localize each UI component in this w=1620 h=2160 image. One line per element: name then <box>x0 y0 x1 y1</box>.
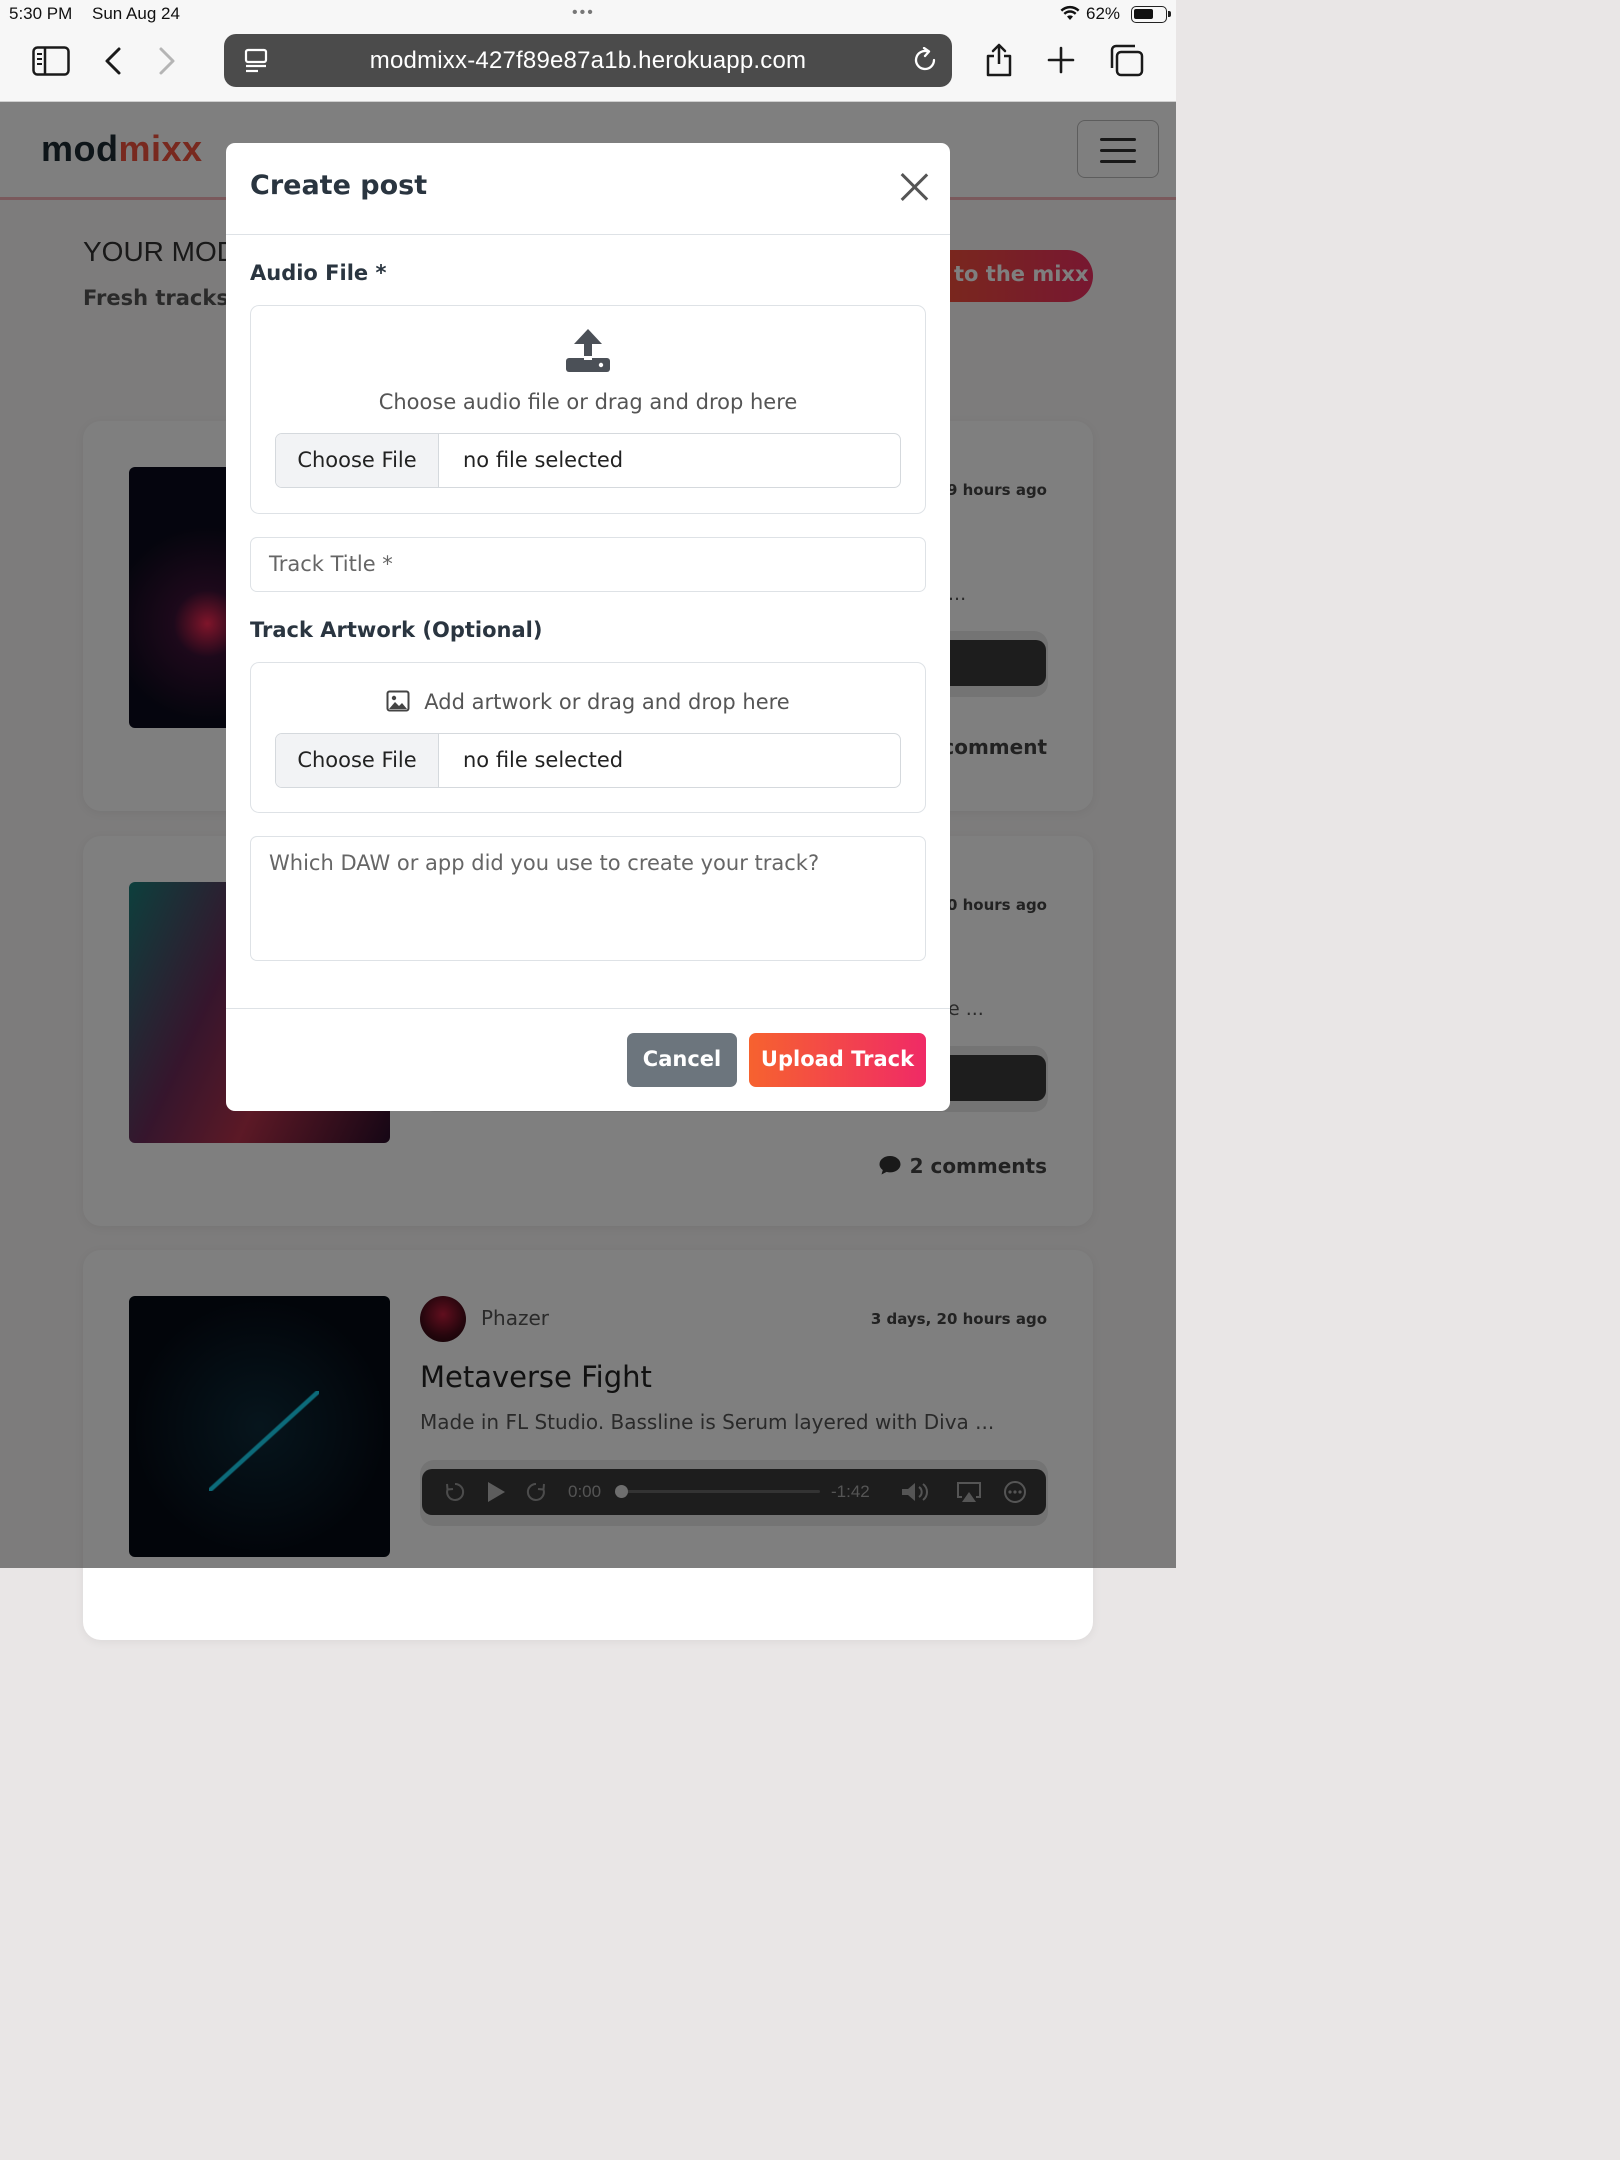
modal-header: Create post <box>226 143 950 235</box>
artwork-file-name: no file selected <box>463 748 624 772</box>
tabs-overview-icon[interactable] <box>1109 44 1145 82</box>
create-post-modal: Create post Audio File * Choose audio fi… <box>226 143 950 1111</box>
status-bar: 5:30 PM Sun Aug 24 ••• 62% <box>0 0 1176 30</box>
audio-file-label: Audio File * <box>250 261 387 285</box>
reload-icon[interactable] <box>912 46 938 77</box>
share-icon[interactable] <box>984 42 1014 82</box>
audio-file-input[interactable]: Choose File no file selected <box>275 433 901 488</box>
browser-toolbar: modmixx-427f89e87a1b.herokuapp.com <box>0 30 1176 102</box>
artwork-dropzone[interactable]: Add artwork or drag and drop here Choose… <box>250 662 926 813</box>
audio-dropzone[interactable]: Choose audio file or drag and drop here … <box>250 305 926 514</box>
daw-textarea[interactable]: Which DAW or app did you use to create y… <box>250 836 926 961</box>
battery-icon <box>1131 6 1171 23</box>
modal-title: Create post <box>250 170 428 201</box>
cancel-button[interactable]: Cancel <box>627 1033 737 1087</box>
wifi-icon <box>1060 5 1080 26</box>
artwork-drop-text: Add artwork or drag and drop here <box>424 690 790 714</box>
artwork-choose-file-button[interactable]: Choose File <box>276 734 439 787</box>
upload-track-button[interactable]: Upload Track <box>749 1033 926 1087</box>
url-text: modmixx-427f89e87a1b.herokuapp.com <box>369 47 807 74</box>
audio-choose-file-button[interactable]: Choose File <box>276 434 439 487</box>
artwork-label: Track Artwork (Optional) <box>250 618 543 642</box>
forward-icon[interactable] <box>158 46 176 80</box>
audio-drop-text: Choose audio file or drag and drop here <box>378 390 798 414</box>
back-icon[interactable] <box>104 46 122 80</box>
multitasking-dots-icon[interactable]: ••• <box>572 4 595 22</box>
artwork-file-input[interactable]: Choose File no file selected <box>275 733 901 788</box>
status-date: Sun Aug 24 <box>92 4 180 23</box>
address-bar[interactable]: modmixx-427f89e87a1b.herokuapp.com <box>224 34 952 87</box>
artwork-drop-row: Add artwork or drag and drop here <box>251 690 925 717</box>
new-tab-icon[interactable] <box>1047 46 1075 78</box>
upload-icon <box>564 328 612 380</box>
audio-file-name: no file selected <box>463 448 624 472</box>
image-icon <box>386 690 410 717</box>
status-time: 5:30 PM <box>9 4 73 23</box>
close-icon[interactable] <box>898 171 930 203</box>
battery-percent: 62% <box>1086 4 1121 23</box>
modal-footer: Cancel Upload Track <box>226 1008 950 1111</box>
track-title-input[interactable]: Track Title * <box>250 537 926 592</box>
sidebar-icon[interactable] <box>32 46 70 80</box>
